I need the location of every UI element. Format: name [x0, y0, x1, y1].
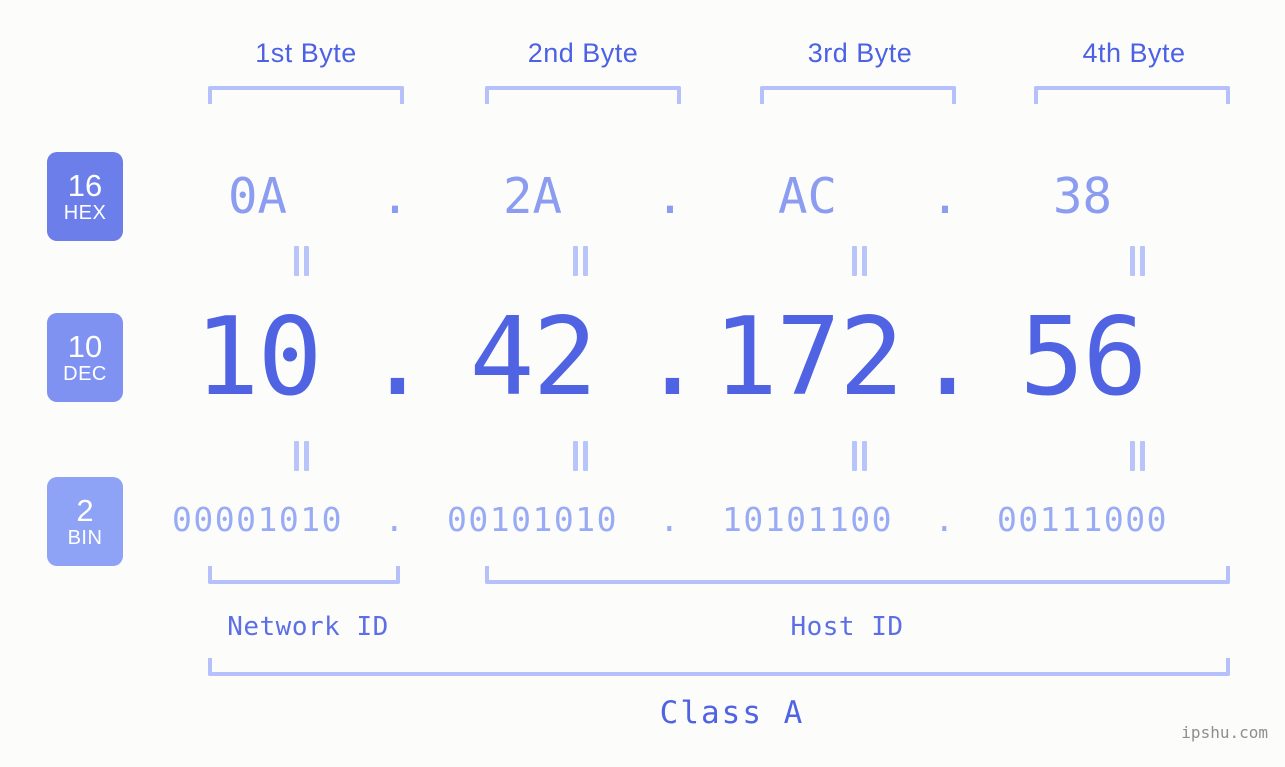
equals-mark-dec-bin-4 [1126, 441, 1148, 471]
bin-separator-2: . [659, 499, 681, 539]
class-bracket [208, 658, 1230, 676]
base-badge-bin-name: BIN [67, 526, 103, 549]
dec-octet-4: 56 [1019, 295, 1147, 420]
base-badge-bin-radix: 2 [76, 492, 94, 528]
ip-address-breakdown-diagram: 1st Byte 2nd Byte 3rd Byte 4th Byte 16 H… [0, 0, 1285, 767]
byte-header-1: 1st Byte [255, 38, 357, 68]
dec-separator-2: . [640, 295, 705, 420]
byte-header-2: 2nd Byte [527, 38, 639, 68]
bin-octet-3: 10101100 [722, 499, 893, 539]
base-badge-dec: 10 DEC [47, 313, 123, 402]
hex-separator-2: . [655, 167, 685, 225]
byte-bracket-1 [208, 86, 404, 104]
class-label: Class A [659, 695, 805, 731]
byte-header-3: 3rd Byte [807, 38, 913, 68]
hex-octet-1: 0A [227, 167, 287, 225]
bin-octet-1: 00001010 [172, 499, 343, 539]
bin-separator-1: . [384, 499, 406, 539]
hex-separator-1: . [380, 167, 410, 225]
equals-mark-hex-dec-2 [569, 246, 591, 276]
hex-octet-2: 2A [502, 167, 562, 225]
base-badge-bin: 2 BIN [47, 477, 123, 566]
equals-mark-hex-dec-3 [848, 246, 870, 276]
base-badge-dec-radix: 10 [67, 328, 103, 364]
equals-mark-dec-bin-3 [848, 441, 870, 471]
hex-octet-4: 38 [1052, 167, 1112, 225]
equals-mark-dec-bin-1 [290, 441, 312, 471]
host-id-label: Host ID [790, 612, 904, 642]
dec-octet-row: 10 . 42 . 172 . 56 [150, 295, 1255, 420]
hex-octet-3: AC [777, 167, 837, 225]
network-id-bracket [208, 566, 400, 584]
network-id-label: Network ID [227, 612, 389, 642]
base-badge-hex: 16 HEX [47, 152, 123, 241]
equals-mark-dec-bin-2 [569, 441, 591, 471]
hex-octet-row: 0A . 2A . AC . 38 [150, 148, 1255, 244]
byte-bracket-2 [485, 86, 681, 104]
base-badge-hex-name: HEX [63, 201, 107, 224]
dec-octet-2: 42 [469, 295, 597, 420]
bin-octet-2: 00101010 [447, 499, 618, 539]
base-badge-hex-radix: 16 [67, 167, 103, 203]
bin-octet-row: 00001010 . 00101010 . 10101100 . 0011100… [150, 490, 1255, 548]
site-watermark: ipshu.com [1181, 723, 1268, 742]
hex-separator-3: . [930, 167, 960, 225]
dec-separator-3: . [915, 295, 980, 420]
byte-header-4: 4th Byte [1082, 38, 1186, 68]
byte-bracket-3 [760, 86, 956, 104]
host-id-bracket [485, 566, 1230, 584]
dec-octet-1: 10 [194, 295, 322, 420]
base-badge-dec-name: DEC [63, 362, 107, 385]
equals-mark-hex-dec-4 [1126, 246, 1148, 276]
equals-mark-hex-dec-1 [290, 246, 312, 276]
byte-bracket-4 [1034, 86, 1230, 104]
bin-separator-3: . [934, 499, 956, 539]
dec-octet-3: 172 [712, 295, 904, 420]
bin-octet-4: 00111000 [997, 499, 1168, 539]
dec-separator-1: . [365, 295, 430, 420]
